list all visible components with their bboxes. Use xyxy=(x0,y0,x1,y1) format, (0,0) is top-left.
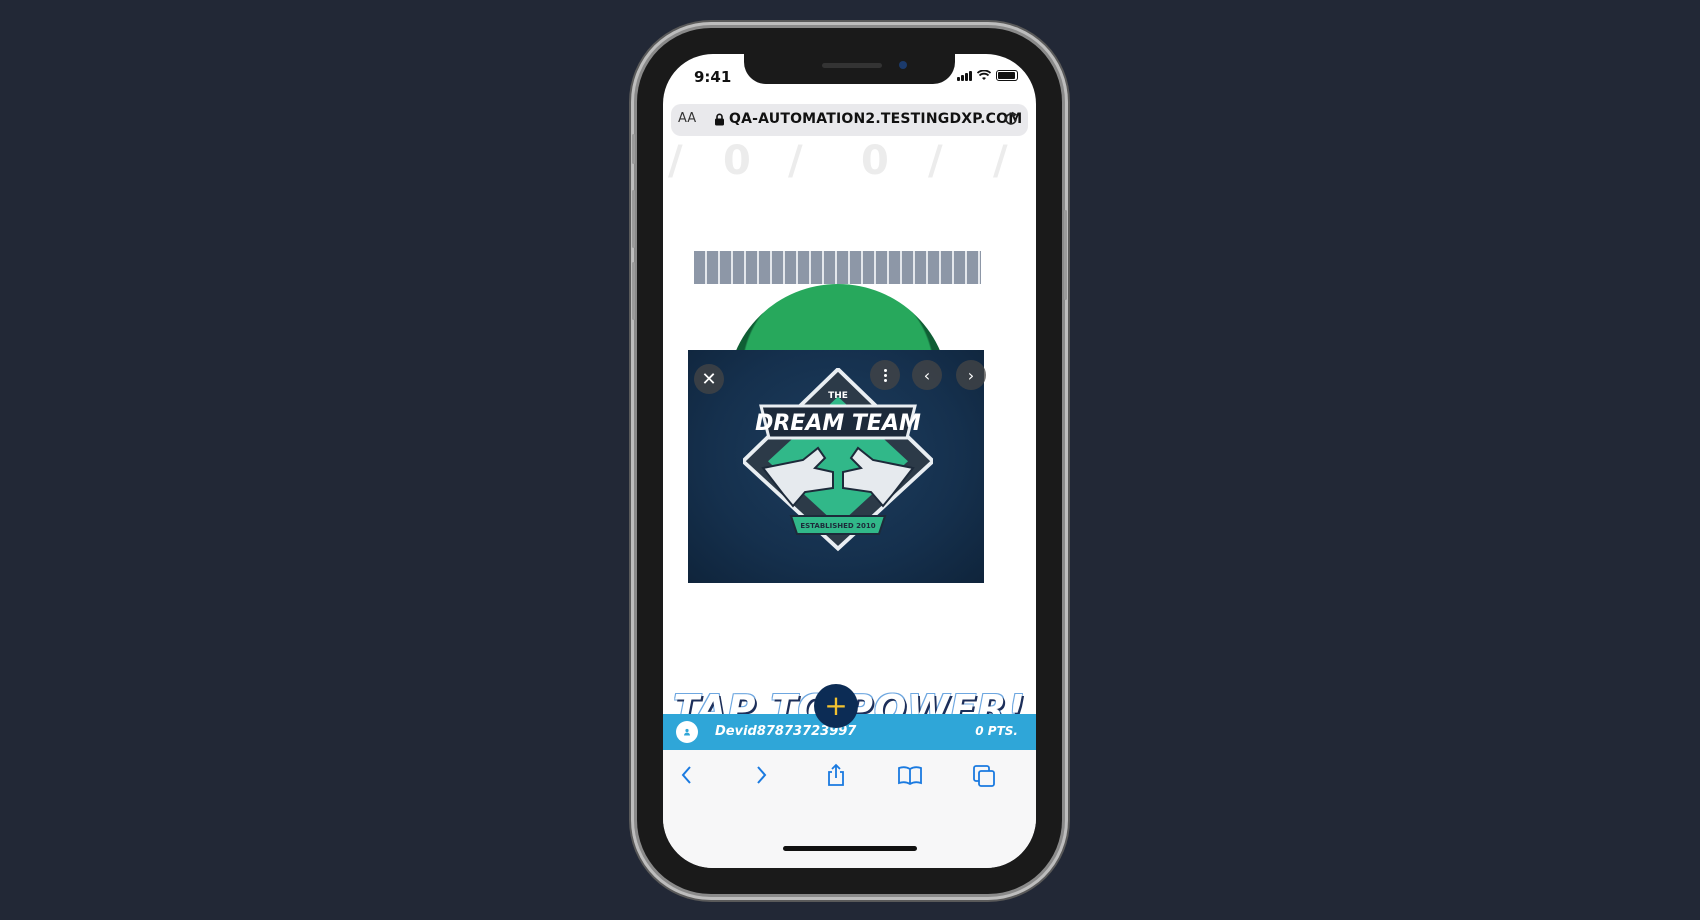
battery-icon xyxy=(996,70,1018,81)
background-decoration: 0 xyxy=(861,144,889,184)
volume-down-button xyxy=(632,262,635,320)
avatar[interactable] xyxy=(676,721,698,743)
home-indicator[interactable] xyxy=(783,846,917,851)
tabs-icon[interactable] xyxy=(971,762,997,788)
user-icon xyxy=(684,728,690,736)
background-decoration: / xyxy=(928,144,943,184)
background-decoration: / xyxy=(668,144,683,184)
forward-icon[interactable] xyxy=(748,762,774,788)
signal-icon xyxy=(957,70,972,81)
text-size-label: AA xyxy=(678,111,697,126)
url-text[interactable]: QA-AUTOMATION2.TESTINGDXP.COM xyxy=(729,111,1022,127)
points-badge: 0 PTS. xyxy=(975,724,1018,738)
status-time: 9:41 xyxy=(694,68,732,86)
dream-team-logo: THE DREAM TEAM ESTABLISHED 2010 xyxy=(743,368,933,552)
web-content: / 0 / 0 / / ██████████████████████ ✕ ‹ › xyxy=(663,144,1036,734)
background-decoration: / xyxy=(788,144,803,184)
status-icons xyxy=(957,70,1018,81)
notch xyxy=(744,54,955,84)
share-icon[interactable] xyxy=(823,762,849,788)
lock-icon xyxy=(715,113,724,126)
browser-toolbar xyxy=(663,750,1036,868)
address-bar[interactable]: AA QA-AUTOMATION2.TESTINGDXP.COM xyxy=(671,104,1028,136)
reload-icon[interactable] xyxy=(1002,110,1020,128)
add-button[interactable]: + xyxy=(814,684,858,728)
phone-screen: 9:41 AA QA-AUTOMATION2.TESTINGDXP.COM / … xyxy=(663,54,1036,868)
logo-top-text: THE xyxy=(828,391,848,401)
background-decoration: 0 xyxy=(723,144,751,184)
camera xyxy=(899,61,907,69)
close-icon[interactable]: ✕ xyxy=(694,364,724,394)
background-decoration: / xyxy=(993,144,1008,184)
logo-ribbon-text: ESTABLISHED 2010 xyxy=(800,522,875,530)
wifi-icon xyxy=(977,70,991,80)
speaker xyxy=(822,63,882,68)
next-icon[interactable]: › xyxy=(956,360,986,390)
back-icon[interactable] xyxy=(674,762,700,788)
image-lightbox: ✕ ‹ › THE DREAM TEAM ESTABLISHED 2010 xyxy=(688,350,986,583)
phone-frame: 9:41 AA QA-AUTOMATION2.TESTINGDXP.COM / … xyxy=(632,28,1067,894)
mute-switch xyxy=(632,134,635,164)
logo-main-text: DREAM TEAM xyxy=(755,411,921,436)
text-size-button[interactable]: AA xyxy=(678,111,696,126)
power-button xyxy=(1064,210,1067,300)
volume-up-button xyxy=(632,190,635,248)
page-title: ██████████████████████ xyxy=(694,251,981,284)
bookmarks-icon[interactable] xyxy=(897,762,923,788)
add-icon: + xyxy=(824,689,848,722)
